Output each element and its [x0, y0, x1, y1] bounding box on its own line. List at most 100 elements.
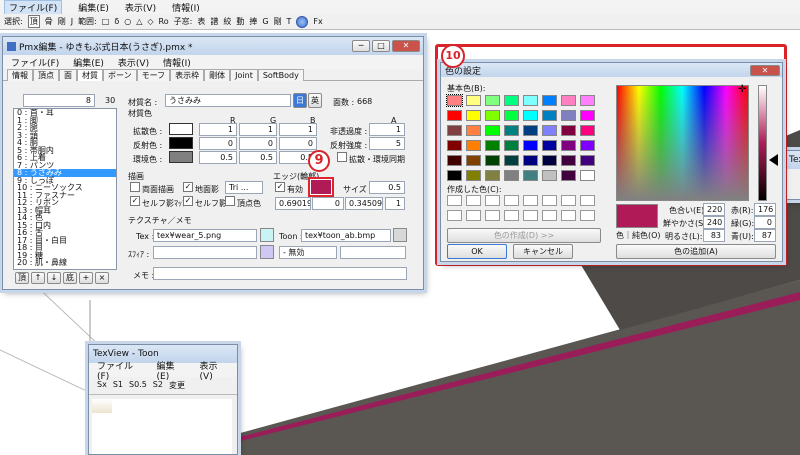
tool-filter[interactable]: 絞: [223, 16, 231, 27]
toon-field[interactable]: tex¥toon_ab.bmp: [301, 229, 391, 242]
ambient-swatch[interactable]: [169, 151, 193, 163]
sphere-preview-swatch[interactable]: [260, 245, 274, 259]
custom-color-swatch[interactable]: [466, 210, 481, 221]
diffuse-swatch[interactable]: [169, 123, 193, 135]
ambient-g[interactable]: 0.5: [239, 151, 277, 164]
tab-info[interactable]: 情報: [7, 69, 33, 81]
edge-enabled-checkbox[interactable]: ✓: [275, 182, 285, 192]
green-field[interactable]: 0: [754, 216, 776, 229]
basic-color-swatch[interactable]: [504, 95, 519, 106]
ok-button[interactable]: OK: [447, 244, 507, 259]
basic-color-swatch[interactable]: [561, 125, 576, 136]
custom-color-swatch[interactable]: [447, 210, 462, 221]
basic-color-swatch[interactable]: [523, 125, 538, 136]
basic-color-swatch[interactable]: [466, 125, 481, 136]
tab-softbody[interactable]: SoftBody: [257, 69, 304, 81]
specular-swatch[interactable]: [169, 137, 193, 149]
material-list-item[interactable]: 20 : 肌・鼻線: [14, 259, 116, 267]
scale-s1[interactable]: S1: [113, 380, 123, 391]
basic-color-swatch[interactable]: [523, 140, 538, 151]
alpha-field[interactable]: 1: [369, 123, 405, 136]
basic-color-swatch[interactable]: [504, 170, 519, 181]
material-name-field[interactable]: うさみみ: [165, 94, 291, 107]
edge-a[interactable]: 1: [385, 197, 405, 210]
move-top-button[interactable]: 頂: [15, 272, 29, 284]
scale-s2[interactable]: S2: [153, 380, 163, 391]
basic-color-swatch[interactable]: [542, 155, 557, 166]
specular-r[interactable]: 0: [199, 137, 237, 150]
add-button[interactable]: +: [79, 272, 93, 284]
tool-g[interactable]: G: [262, 17, 268, 26]
tool-table[interactable]: 表: [197, 16, 205, 27]
basic-color-swatch[interactable]: [542, 140, 557, 151]
hue-field[interactable]: 220: [703, 203, 725, 216]
basic-color-swatch[interactable]: [561, 95, 576, 106]
scale-s05[interactable]: S0.5: [129, 380, 147, 391]
move-down-button[interactable]: ↓: [47, 272, 61, 284]
basic-color-swatch[interactable]: [504, 155, 519, 166]
custom-color-swatch[interactable]: [561, 210, 576, 221]
close-button[interactable]: ✕: [392, 40, 420, 52]
specular-g[interactable]: 0: [239, 137, 277, 150]
basic-color-swatch[interactable]: [542, 95, 557, 106]
basic-color-swatch[interactable]: [580, 95, 595, 106]
menu-file[interactable]: ファイル(F): [4, 0, 63, 15]
blue-field[interactable]: 87: [754, 229, 776, 242]
vertex-color-checkbox[interactable]: [225, 196, 235, 206]
toon-preview-swatch[interactable]: [393, 228, 407, 242]
custom-color-swatch[interactable]: [485, 210, 500, 221]
material-list[interactable]: 0 : 首・耳 1 : 脚2 : 腿3 : 頭4 : 胴5 : 帯胴内 6 : 上着…: [13, 108, 117, 270]
custom-color-swatch[interactable]: [580, 210, 595, 221]
list-top-index[interactable]: 8: [23, 94, 95, 107]
basic-color-swatch[interactable]: [447, 140, 462, 151]
tri-select[interactable]: Tri ...: [225, 181, 263, 194]
menu-view[interactable]: 表示(V): [125, 1, 156, 14]
tex-field[interactable]: tex¥wear_5.png: [153, 229, 257, 242]
cancel-button[interactable]: キャンセル: [513, 244, 573, 259]
basic-color-swatch[interactable]: [542, 170, 557, 181]
tab-display-frame[interactable]: 表示枠: [170, 69, 205, 81]
basic-color-swatch[interactable]: [485, 110, 500, 121]
pmx-menu-edit[interactable]: 編集(E): [73, 56, 104, 69]
custom-color-swatch[interactable]: [561, 195, 576, 206]
specular-b[interactable]: 0: [279, 137, 317, 150]
basic-color-swatch[interactable]: [523, 95, 538, 106]
self-shadow-map-checkbox[interactable]: ✓: [130, 196, 140, 206]
sphere-field[interactable]: [153, 246, 257, 259]
tab-face[interactable]: 面: [59, 69, 77, 81]
minimize-button[interactable]: ─: [352, 40, 370, 52]
tab-bone[interactable]: ボーン: [103, 69, 137, 81]
custom-color-swatch[interactable]: [542, 210, 557, 221]
spec-power-field[interactable]: 5: [369, 137, 405, 150]
basic-color-swatch[interactable]: [580, 170, 595, 181]
basic-color-swatch[interactable]: [466, 155, 481, 166]
maximize-button[interactable]: □: [372, 40, 390, 52]
texview-menu-view[interactable]: 表示(V): [200, 359, 229, 382]
sat-field[interactable]: 240: [703, 216, 725, 229]
custom-color-swatch[interactable]: [504, 210, 519, 221]
basic-color-swatch[interactable]: [580, 155, 595, 166]
edge-size-field[interactable]: 0.5: [369, 181, 405, 194]
lang-jp-button[interactable]: 日: [293, 93, 307, 108]
pmx-menu-info[interactable]: 情報(I): [163, 56, 191, 69]
add-to-custom-button[interactable]: 色の追加(A): [616, 244, 776, 259]
basic-color-swatch[interactable]: [466, 95, 481, 106]
tex-preview-swatch[interactable]: [260, 228, 274, 242]
tool-diamond[interactable]: ◇: [147, 17, 153, 26]
sphere-mode-select[interactable]: - 無効: [279, 246, 337, 259]
tool-circle[interactable]: ○: [124, 17, 131, 26]
define-custom-button[interactable]: 色の作成(D) >>: [447, 228, 601, 243]
tab-vertex[interactable]: 頂点: [33, 69, 59, 81]
custom-color-swatch[interactable]: [485, 195, 500, 206]
custom-color-swatch[interactable]: [542, 195, 557, 206]
basic-color-swatch[interactable]: [523, 155, 538, 166]
tool-fx[interactable]: Fx: [313, 17, 322, 26]
basic-color-swatch[interactable]: [447, 155, 462, 166]
diffuse-g[interactable]: 1: [239, 123, 277, 136]
tool-score[interactable]: 譜: [210, 16, 218, 27]
custom-color-swatch[interactable]: [580, 195, 595, 206]
basic-color-swatch[interactable]: [523, 170, 538, 181]
basic-color-swatch[interactable]: [466, 170, 481, 181]
tool-triangle[interactable]: △: [136, 17, 142, 26]
luminance-slider[interactable]: [758, 85, 767, 201]
